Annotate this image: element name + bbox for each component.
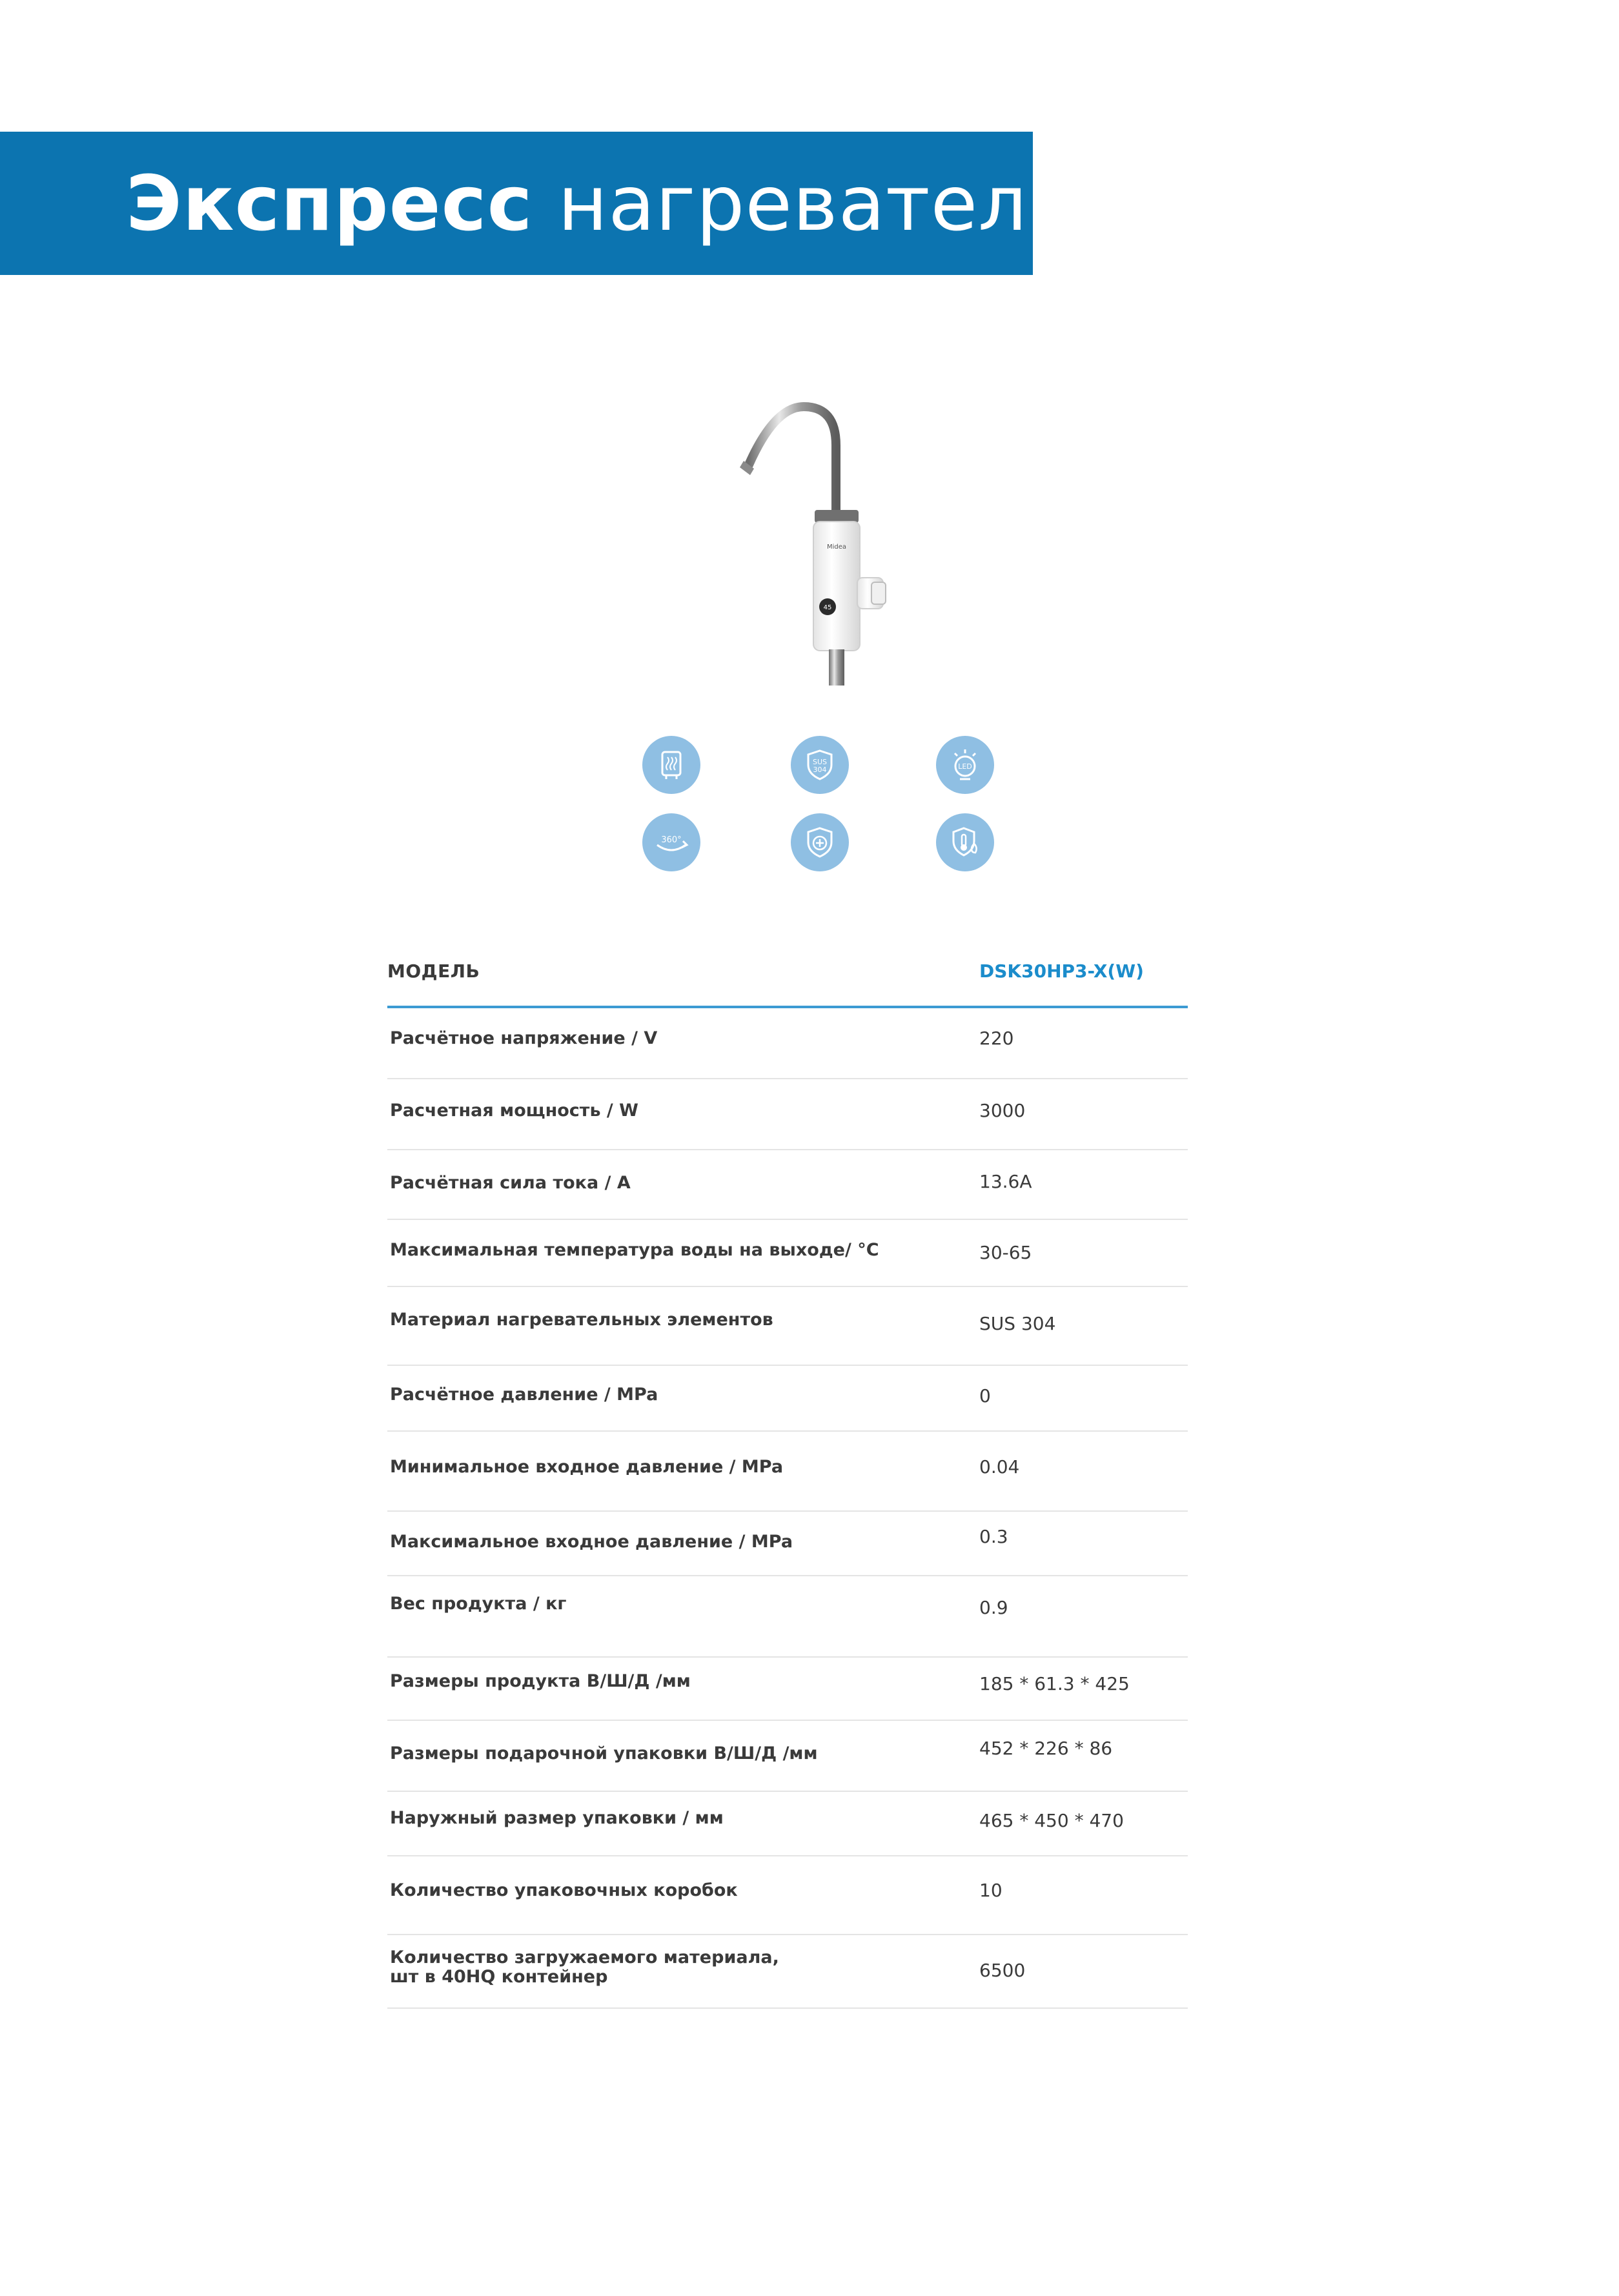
brand-mark: Midea (827, 544, 846, 551)
spec-label: Количество упаковочных коробок (390, 1880, 738, 1900)
model-name: DSK30HP3-X(W) (979, 960, 1144, 982)
title-banner: Экспресс нагреватели (0, 132, 1077, 275)
rotate-360-icon: 360° (642, 813, 700, 871)
spec-value: 465 * 450 * 470 (979, 1810, 1124, 1831)
spec-row: Вес продукта / кг 0.9 (387, 1576, 1188, 1658)
spec-value: 10 (979, 1880, 1003, 1901)
spec-label: Расчётная сила тока / А (390, 1173, 631, 1193)
spec-value: 13.6A (979, 1171, 1032, 1192)
spec-row: Расчётное давление / MPa 0 (387, 1366, 1188, 1432)
spec-value: 185 * 61.3 * 425 (979, 1673, 1130, 1694)
spec-label: Расчётное напряжение / V (390, 1028, 658, 1048)
spec-label: Расчетная мощность / W (390, 1101, 638, 1121)
spec-row: Минимальное входное давление / MPa 0.04 (387, 1432, 1188, 1512)
spec-row: Расчетная мощность / W 3000 (387, 1079, 1188, 1150)
heating-element-icon (642, 736, 700, 794)
spec-value: 0.04 (979, 1456, 1020, 1478)
spec-label: Количество загружаемого материала, шт в … (390, 1947, 779, 1987)
spec-row: Количество упаковочных коробок 10 (387, 1856, 1188, 1935)
sus304-shield-glyph: SUS 304 (807, 749, 833, 780)
spec-row: Максимальная температура воды на выходе/… (387, 1220, 1188, 1287)
spec-label: Расчётное давление / MPa (390, 1385, 658, 1405)
feature-icons: SUS 304 LED 360° (642, 736, 1004, 871)
spec-value: 0.9 (979, 1597, 1008, 1618)
specs-header: МОДЕЛЬ DSK30HP3-X(W) (387, 942, 1188, 1008)
specs-table: МОДЕЛЬ DSK30HP3-X(W) Расчётное напряжени… (387, 942, 1188, 2009)
sus304-shield-icon: SUS 304 (791, 736, 849, 794)
page-title: Экспресс нагреватели (126, 165, 1077, 241)
sus-number: 304 (813, 766, 827, 774)
spec-row: Максимальное входное давление / MPa 0.3 (387, 1512, 1188, 1576)
temperature-display: 45 (824, 604, 832, 611)
spec-row: Наружный размер упаковки / мм 465 * 450 … (387, 1792, 1188, 1856)
model-header-label: МОДЕЛЬ (387, 960, 480, 982)
spec-label: Минимальное входное давление / MPa (390, 1457, 784, 1477)
spec-label: Наружный размер упаковки / мм (390, 1808, 724, 1828)
spec-label: Размеры продукта В/Ш/Д /мм (390, 1671, 691, 1691)
spec-value: 30-65 (979, 1242, 1032, 1263)
led-display-icon: LED (936, 736, 994, 794)
led-display-glyph: LED (953, 749, 977, 780)
spec-label: Вес продукта / кг (390, 1594, 567, 1614)
spec-row: Количество загружаемого материала, шт в … (387, 1935, 1188, 2009)
product-image: Midea 45 (740, 401, 886, 686)
spec-value: 0.3 (979, 1526, 1008, 1547)
spec-row: Размеры продукта В/Ш/Д /мм 185 * 61.3 * … (387, 1658, 1188, 1721)
spec-row: Размеры подарочной упаковки В/Ш/Д /мм 45… (387, 1721, 1188, 1792)
spec-value: 3000 (979, 1100, 1026, 1121)
spec-value: SUS 304 (979, 1313, 1056, 1334)
spec-label: Максимальная температура воды на выходе/… (390, 1240, 879, 1260)
heating-element-glyph (661, 751, 682, 779)
spec-value: 0 (979, 1385, 991, 1407)
safety-shield-glyph (807, 827, 833, 858)
spec-row: Материал нагревательных элементов SUS 30… (387, 1287, 1188, 1366)
spec-row: Расчётная сила тока / А 13.6A (387, 1150, 1188, 1220)
led-label: LED (958, 762, 972, 771)
safety-shield-icon (791, 813, 849, 871)
rotate-label: 360° (661, 835, 681, 845)
spec-row: Расчётное напряжение / V 220 (387, 1008, 1188, 1079)
temperature-protection-glyph (952, 827, 977, 857)
spec-value: 6500 (979, 1960, 1026, 1981)
spec-label: Размеры подарочной упаковки В/Ш/Д /мм (390, 1743, 818, 1763)
spec-value: 220 (979, 1028, 1014, 1049)
spec-label: Максимальное входное давление / MPa (390, 1532, 793, 1552)
title-light-part: нагреватели (558, 159, 1078, 248)
spec-value: 452 * 226 * 86 (979, 1738, 1113, 1759)
spec-label: Материал нагревательных элементов (390, 1310, 773, 1330)
title-bold-part: Экспресс (126, 159, 533, 248)
temperature-protection-icon (936, 813, 994, 871)
rotate-360-glyph: 360° (657, 835, 689, 851)
